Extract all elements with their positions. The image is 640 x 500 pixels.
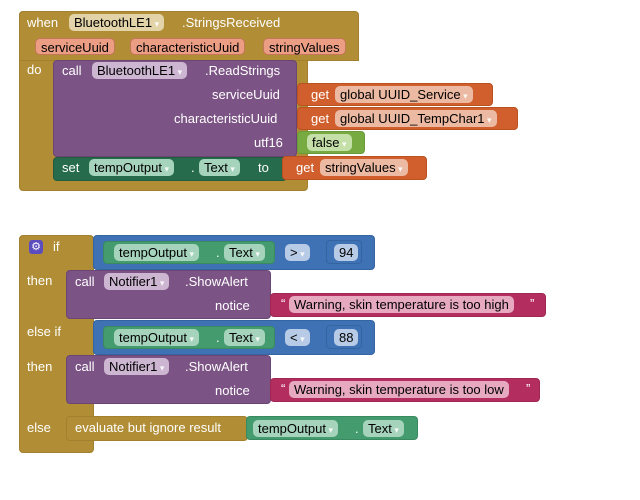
number-input[interactable]: 94 — [334, 244, 359, 261]
get-label: get — [296, 160, 315, 175]
then-label: then — [27, 359, 53, 374]
param-service-uuid[interactable]: serviceUuid — [35, 38, 115, 55]
dot-label: . — [191, 160, 195, 175]
close-quote-icon: ” — [526, 381, 531, 396]
else-if-label: else if — [27, 324, 61, 339]
gear-icon[interactable]: ⚙ — [29, 240, 43, 254]
close-quote-icon: ” — [530, 296, 535, 311]
getter-property-dropdown[interactable]: Text — [363, 420, 404, 437]
getter-component-dropdown[interactable]: tempOutput — [114, 329, 199, 346]
getter-component-dropdown[interactable]: tempOutput — [114, 244, 199, 261]
operator-dropdown[interactable]: > — [285, 244, 310, 261]
dot-label: . — [216, 330, 220, 345]
notice-label: notice — [215, 298, 250, 313]
param-characteristic-uuid[interactable]: characteristicUuid — [130, 38, 246, 55]
call-component-dropdown[interactable]: BluetoothLE1 — [92, 62, 188, 79]
set-label: set — [62, 160, 80, 175]
getter-property-dropdown[interactable]: Text — [224, 244, 265, 261]
set-component-dropdown[interactable]: tempOutput — [89, 159, 174, 176]
method-name: .ShowAlert — [185, 274, 248, 289]
method-name: .ReadStrings — [205, 63, 281, 78]
text-input[interactable]: Warning, skin temperature is too low — [289, 381, 509, 398]
open-quote-icon: “ — [281, 296, 286, 311]
getter-component-dropdown[interactable]: tempOutput — [253, 420, 338, 437]
getter-property-dropdown[interactable]: Text — [224, 329, 265, 346]
else-label: else — [27, 420, 51, 435]
notice-label: notice — [215, 383, 250, 398]
number-input[interactable]: 88 — [334, 329, 359, 346]
boolean-dropdown[interactable]: false — [307, 134, 352, 151]
call-label: call — [75, 359, 95, 374]
event-name: .StringsReceived — [182, 15, 281, 30]
param-string-values[interactable]: stringValues — [263, 38, 346, 55]
variable-dropdown-uuid-service[interactable]: global UUID_Service — [335, 86, 473, 103]
if-label: if — [53, 239, 60, 254]
variable-dropdown-string-values[interactable]: stringValues — [320, 159, 408, 176]
get-label: get — [311, 87, 330, 102]
to-label: to — [258, 160, 269, 175]
notifier-dropdown[interactable]: Notifier1 — [104, 273, 170, 290]
set-property-dropdown[interactable]: Text — [199, 159, 240, 176]
then-label: then — [27, 273, 53, 288]
text-input[interactable]: Warning, skin temperature is too high — [289, 296, 514, 313]
call-label: call — [62, 63, 82, 78]
do-label: do — [27, 62, 42, 77]
arg-characteristic-uuid-label: characteristicUuid — [174, 111, 278, 126]
variable-dropdown-uuid-tempchar[interactable]: global UUID_TempChar1 — [335, 110, 497, 127]
dot-label: . — [216, 245, 220, 260]
arg-service-uuid-label: serviceUuid — [212, 87, 280, 102]
open-quote-icon: “ — [281, 381, 286, 396]
when-label: when — [27, 15, 59, 30]
notifier-dropdown[interactable]: Notifier1 — [104, 358, 170, 375]
evaluate-ignore-label: evaluate but ignore result — [75, 420, 221, 435]
call-label: call — [75, 274, 95, 289]
component-dropdown[interactable]: BluetoothLE1 — [69, 14, 165, 31]
operator-dropdown[interactable]: < — [285, 329, 310, 346]
method-name: .ShowAlert — [185, 359, 248, 374]
get-label: get — [311, 111, 330, 126]
arg-utf16-label: utf16 — [254, 135, 283, 150]
dot-label: . — [355, 421, 359, 436]
